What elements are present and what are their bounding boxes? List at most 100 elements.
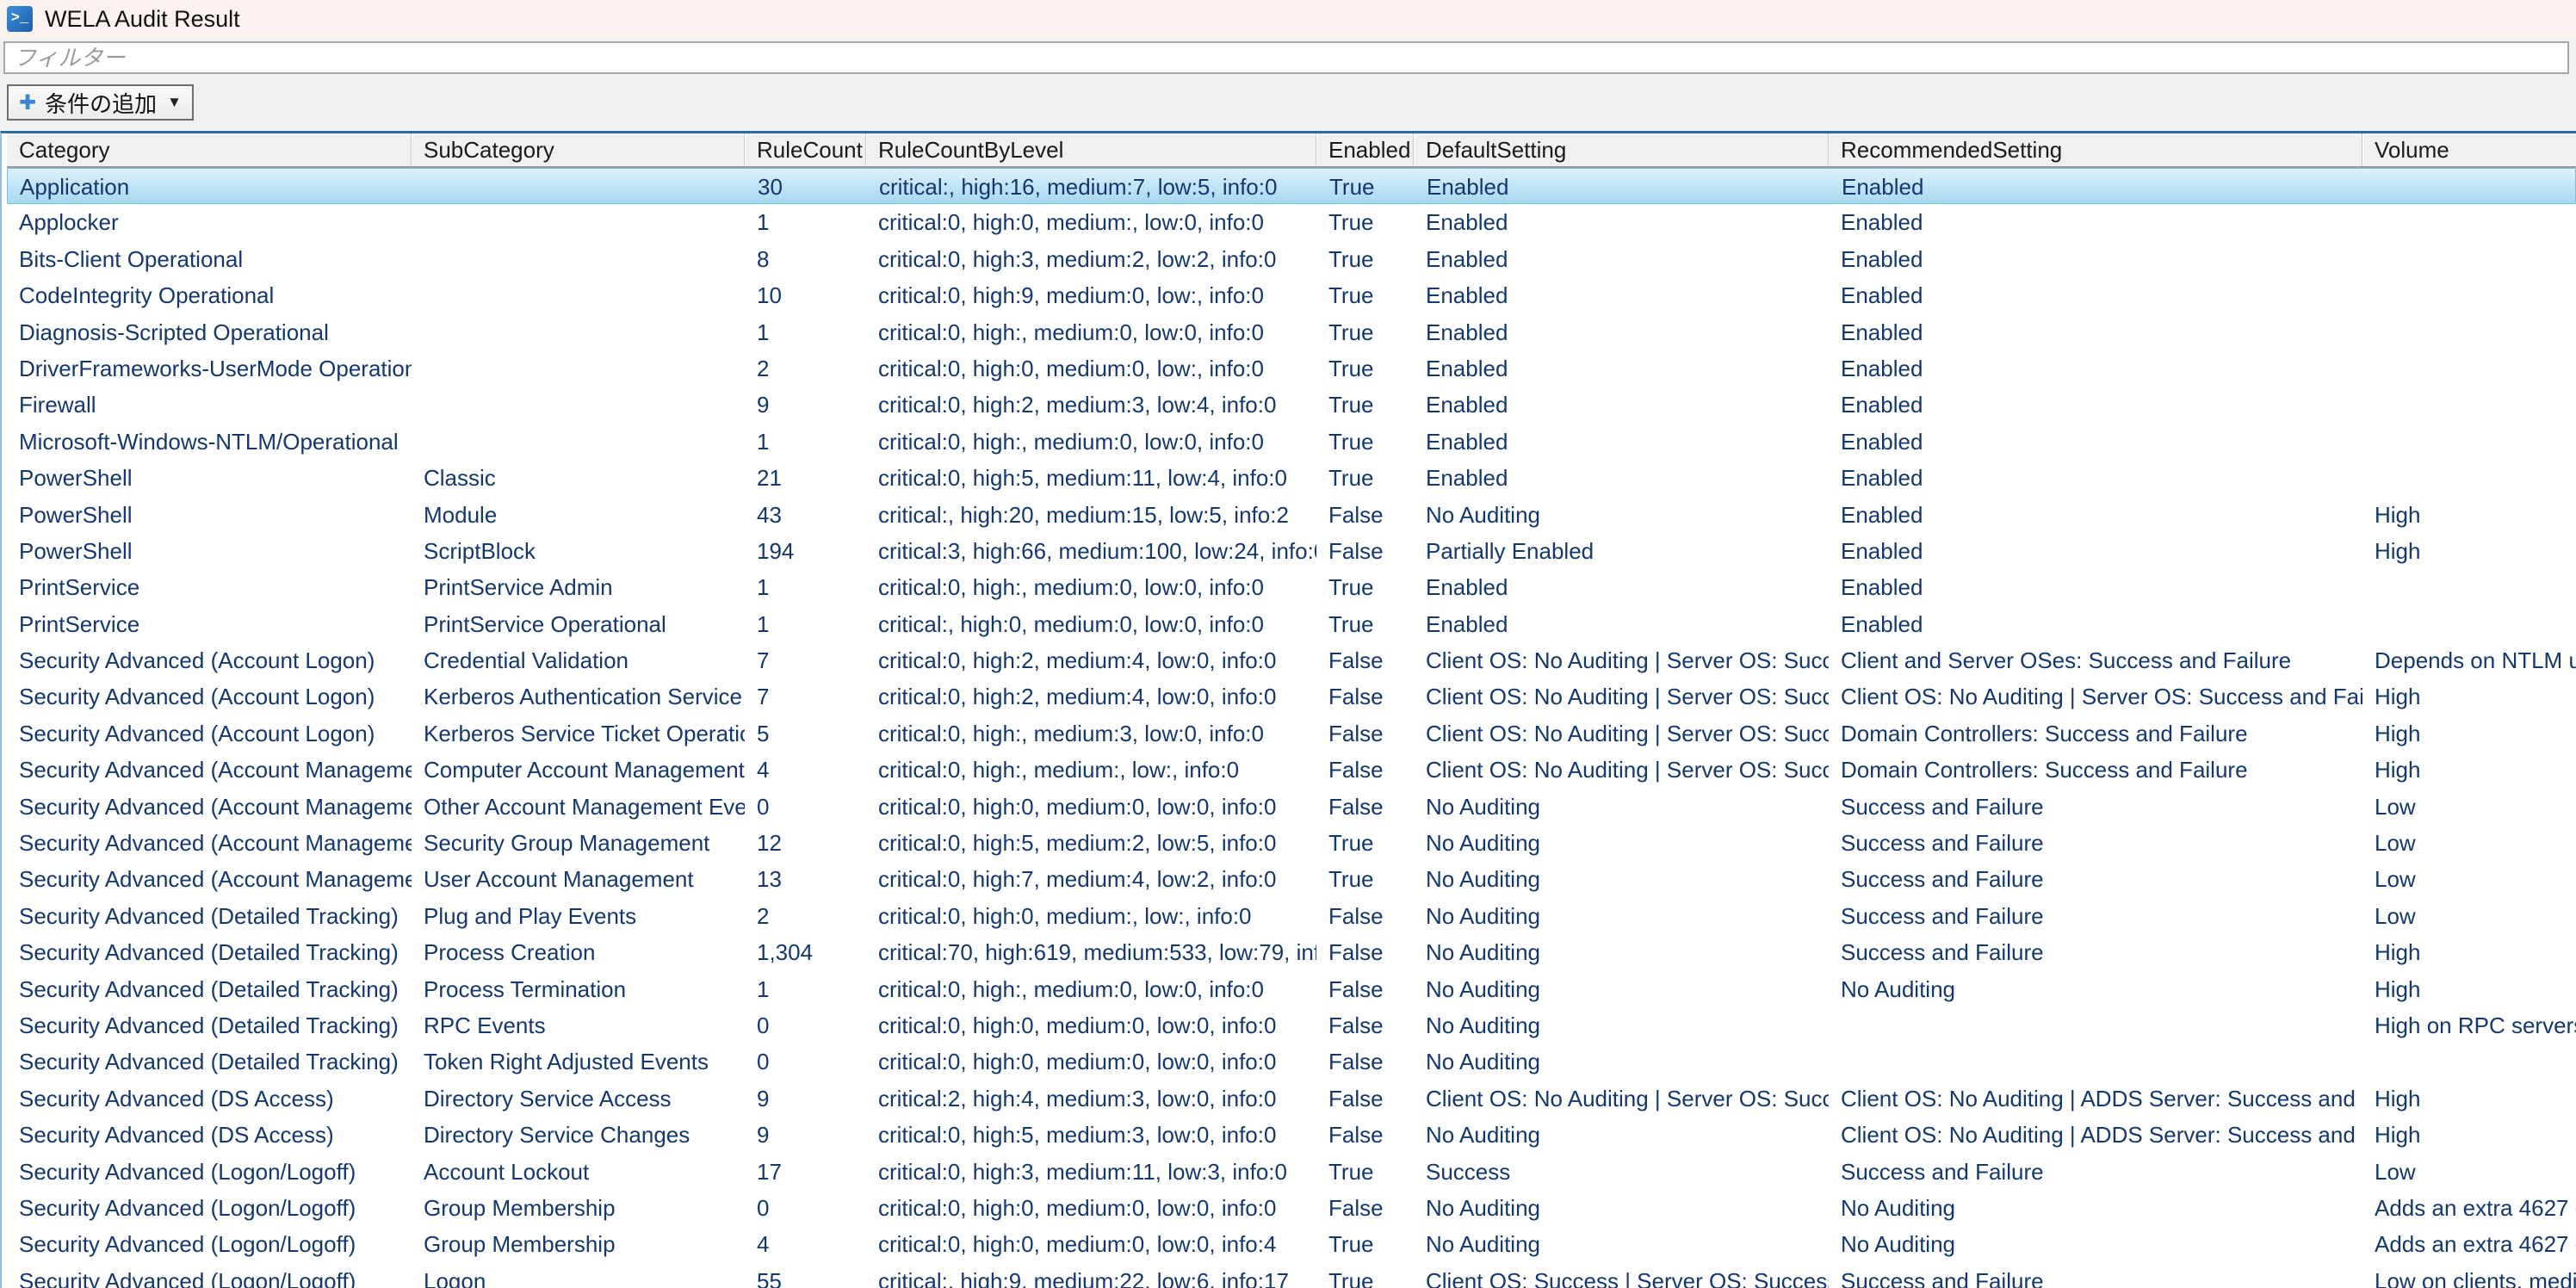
- cell-subcategory: RPC Events: [412, 1007, 745, 1043]
- cell-volume: [2362, 460, 2576, 496]
- column-header-recommendedsetting[interactable]: RecommendedSetting: [1829, 133, 2362, 166]
- table-row[interactable]: Diagnosis-Scripted Operational 1critical:…: [7, 314, 2576, 350]
- cell-defaultsetting: No Auditing: [1414, 825, 1829, 861]
- cell-enabled: True: [1316, 350, 1414, 387]
- table-row[interactable]: Security Advanced (Detailed Tracking)Pro…: [7, 934, 2576, 970]
- cell-defaultsetting: Enabled: [1414, 424, 1829, 460]
- table-row[interactable]: Microsoft-Windows-NTLM/Operational1criti…: [7, 424, 2576, 460]
- table-row[interactable]: Security Advanced (Logon/Logoff)Logon55c…: [7, 1263, 2576, 1288]
- column-header-category[interactable]: Category: [7, 133, 412, 166]
- cell-recommendedsetting: Success and Failure: [1829, 789, 2362, 825]
- column-header-rulecount[interactable]: RuleCount: [745, 133, 866, 166]
- cell-volume: [2362, 569, 2576, 605]
- cell-defaultsetting: Client OS: No Auditing | Server OS: Succ…: [1414, 642, 1829, 678]
- cell-rulecount: 9: [745, 387, 866, 423]
- cell-category: Security Advanced (Detailed Tracking): [7, 971, 412, 1007]
- cell-category: Security Advanced (Detailed Tracking): [7, 1043, 412, 1080]
- column-header-volume[interactable]: Volume: [2362, 133, 2576, 166]
- cell-rulecount: 1: [745, 204, 866, 240]
- cell-enabled: False: [1316, 1007, 1414, 1043]
- table-row[interactable]: DriverFrameworks-UserMode Operational2cr…: [7, 350, 2576, 387]
- cell-enabled: False: [1316, 898, 1414, 934]
- cell-rulecount: 13: [745, 861, 866, 897]
- table-row[interactable]: Security Advanced (Account Logon)Kerbero…: [7, 678, 2576, 715]
- column-header-defaultsetting[interactable]: DefaultSetting: [1414, 133, 1829, 166]
- cell-subcategory: [412, 241, 745, 277]
- cell-rulecount: 1: [745, 314, 866, 350]
- cell-subcategory: Directory Service Changes: [412, 1117, 745, 1153]
- cell-defaultsetting: Success: [1414, 1154, 1829, 1190]
- cell-defaultsetting: Client OS: No Auditing | Server OS: Succ…: [1414, 678, 1829, 715]
- table-row[interactable]: Security Advanced (Account Management)Us…: [7, 861, 2576, 897]
- cell-subcategory: Group Membership: [412, 1226, 745, 1262]
- table-row[interactable]: Security Advanced (DS Access)Directory S…: [7, 1117, 2576, 1153]
- cell-rulecountbylevel: critical:0, high:, medium:0, low:0, info…: [866, 314, 1316, 350]
- cell-volume: [2362, 350, 2576, 387]
- table-row[interactable]: Security Advanced (Logon/Logoff)Account …: [7, 1154, 2576, 1190]
- cell-rulecount: 10: [745, 277, 866, 313]
- table-row[interactable]: Security Advanced (Account Logon)Credent…: [7, 642, 2576, 678]
- table-row[interactable]: Security Advanced (Account Management)Se…: [7, 825, 2576, 861]
- cell-rulecount: 0: [745, 1190, 866, 1226]
- cell-defaultsetting: Client OS: No Auditing | Server OS: Succ…: [1414, 715, 1829, 752]
- table-row[interactable]: Bits-Client Operational8critical:0, high…: [7, 241, 2576, 277]
- cell-volume: High: [2362, 533, 2576, 569]
- cell-category: Diagnosis-Scripted Operational: [7, 314, 412, 350]
- cell-rulecountbylevel: critical:0, high:0, medium:0, low:, info…: [866, 350, 1316, 387]
- cell-subcategory: Account Lockout: [412, 1154, 745, 1190]
- cell-subcategory: Other Account Management Events: [412, 789, 745, 825]
- table-row[interactable]: PowerShellClassic21critical:0, high:5, m…: [7, 460, 2576, 496]
- column-header-rulecountbylevel[interactable]: RuleCountByLevel: [866, 133, 1316, 166]
- cell-enabled: False: [1316, 1190, 1414, 1226]
- table-header: Category SubCategory RuleCount RuleCount…: [7, 133, 2576, 168]
- cell-volume: Low: [2362, 1154, 2576, 1190]
- cell-rulecount: 5: [745, 715, 866, 752]
- cell-rulecount: 1: [745, 606, 866, 642]
- cell-subcategory: [412, 387, 745, 423]
- cell-recommendedsetting: [1829, 1043, 2362, 1080]
- add-criteria-button[interactable]: ✚ 条件の追加 ▼: [7, 84, 194, 121]
- cell-enabled: False: [1316, 934, 1414, 970]
- table-row[interactable]: Security Advanced (Detailed Tracking)Plu…: [7, 898, 2576, 934]
- triangle-down-icon: ▼: [167, 94, 182, 111]
- cell-subcategory: Credential Validation: [412, 642, 745, 678]
- cell-rulecountbylevel: critical:3, high:66, medium:100, low:24,…: [866, 533, 1316, 569]
- column-header-subcategory[interactable]: SubCategory: [412, 133, 745, 166]
- cell-subcategory: Kerberos Service Ticket Operations: [412, 715, 745, 752]
- cell-recommendedsetting: Success and Failure: [1829, 1263, 2362, 1288]
- table-row[interactable]: Security Advanced (Account Management)Ot…: [7, 789, 2576, 825]
- cell-enabled: True: [1316, 204, 1414, 240]
- table-row[interactable]: Security Advanced (Detailed Tracking)RPC…: [7, 1007, 2576, 1043]
- column-header-enabled[interactable]: Enabled: [1316, 133, 1414, 166]
- cell-enabled: False: [1316, 497, 1414, 533]
- table-row[interactable]: Security Advanced (DS Access)Directory S…: [7, 1081, 2576, 1117]
- table-row[interactable]: Application30critical:, high:16, medium:…: [7, 168, 2576, 204]
- table-row[interactable]: Security Advanced (Account Logon)Kerbero…: [7, 715, 2576, 752]
- table-row[interactable]: PrintServicePrintService Operational1cri…: [7, 606, 2576, 642]
- cell-category: Security Advanced (Logon/Logoff): [7, 1226, 412, 1262]
- cell-category: PowerShell: [7, 533, 412, 569]
- table-row[interactable]: PowerShellModule43critical:, high:20, me…: [7, 497, 2576, 533]
- cell-volume: Low: [2362, 825, 2576, 861]
- table-row[interactable]: CodeIntegrity Operational10critical:0, h…: [7, 277, 2576, 313]
- table-row[interactable]: Security Advanced (Detailed Tracking)Pro…: [7, 971, 2576, 1007]
- table-row[interactable]: Security Advanced (Logon/Logoff)Group Me…: [7, 1190, 2576, 1226]
- cell-rulecountbylevel: critical:, high:9, medium:22, low:6, inf…: [866, 1263, 1316, 1288]
- table-row[interactable]: Firewall9critical:0, high:2, medium:3, l…: [7, 387, 2576, 423]
- cell-subcategory: [412, 350, 745, 387]
- table-row[interactable]: PowerShellScriptBlock194critical:3, high…: [7, 533, 2576, 569]
- cell-rulecountbylevel: critical:0, high:, medium:0, low:0, info…: [866, 424, 1316, 460]
- filter-input[interactable]: [3, 41, 2569, 74]
- table-row[interactable]: Security Advanced (Logon/Logoff)Group Me…: [7, 1226, 2576, 1262]
- cell-enabled: False: [1316, 533, 1414, 569]
- cell-rulecountbylevel: critical:0, high:0, medium:0, low:0, inf…: [866, 1043, 1316, 1080]
- cell-rulecountbylevel: critical:0, high:2, medium:3, low:4, inf…: [866, 387, 1316, 423]
- table-row[interactable]: Security Advanced (Account Management)Co…: [7, 752, 2576, 788]
- cell-recommendedsetting: Client OS: No Auditing | ADDS Server: Su…: [1829, 1117, 2362, 1153]
- cell-category: PowerShell: [7, 460, 412, 496]
- table-row[interactable]: Security Advanced (Detailed Tracking)Tok…: [7, 1043, 2576, 1080]
- cell-rulecount: 12: [745, 825, 866, 861]
- table-row[interactable]: PrintServicePrintService Admin1critical:…: [7, 569, 2576, 605]
- cell-recommendedsetting: Enabled: [1829, 204, 2362, 240]
- table-row[interactable]: Applocker1critical:0, high:0, medium:, l…: [7, 204, 2576, 240]
